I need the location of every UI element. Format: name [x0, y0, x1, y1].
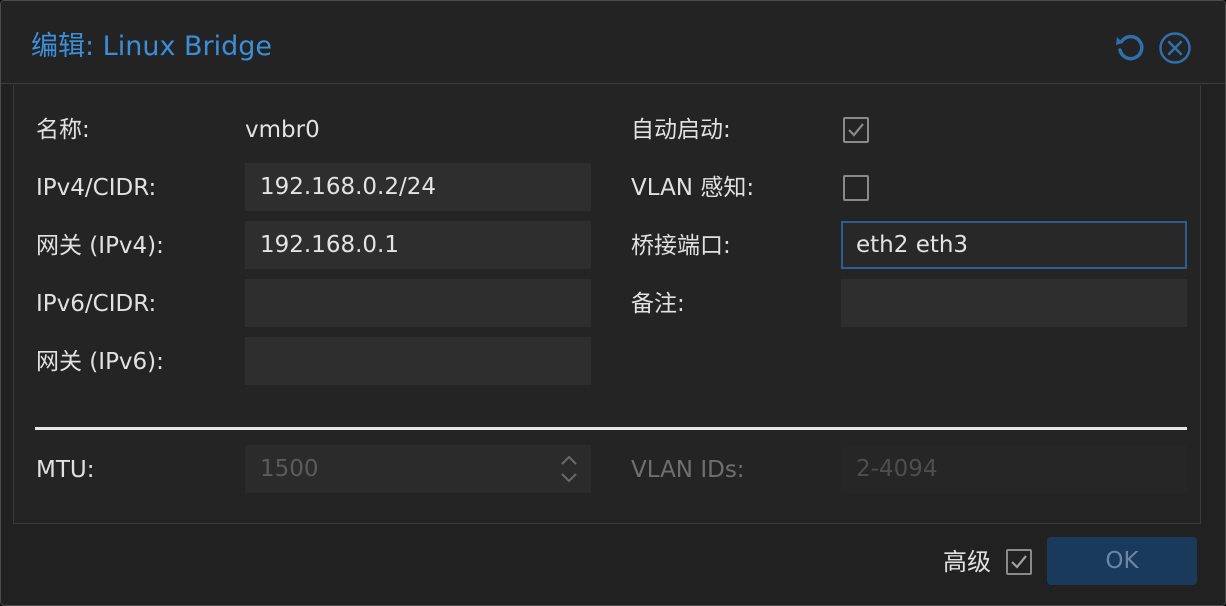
ipv4-cidr-input[interactable]: 192.168.0.2/24: [245, 163, 591, 211]
spinner-arrows-icon[interactable]: [559, 453, 579, 485]
name-label: 名称:: [36, 117, 90, 143]
ok-button[interactable]: OK: [1047, 537, 1197, 585]
vlan-aware-label: VLAN 感知:: [631, 175, 755, 201]
mtu-label: MTU:: [36, 457, 95, 483]
comment-label: 备注:: [631, 291, 685, 317]
gateway-ipv4-label: 网关 (IPv4):: [36, 233, 164, 259]
gateway-ipv6-label: 网关 (IPv6):: [36, 349, 164, 375]
ipv6-cidr-input[interactable]: [245, 279, 591, 327]
close-circle-icon[interactable]: [1158, 31, 1192, 65]
dialog-header: 编辑: Linux Bridge: [1, 1, 1225, 84]
checkmark-icon: [1011, 555, 1027, 569]
advanced-checkbox[interactable]: [1006, 549, 1032, 575]
vlan-ids-label: VLAN IDs:: [631, 457, 745, 483]
ipv6-cidr-label: IPv6/CIDR:: [36, 291, 157, 317]
bridge-ports-input[interactable]: eth2 eth3: [841, 221, 1187, 269]
name-value: vmbr0: [245, 117, 320, 143]
autostart-checkbox[interactable]: [843, 117, 869, 143]
vlan-aware-checkbox[interactable]: [843, 175, 869, 201]
undo-icon[interactable]: [1113, 31, 1147, 65]
ipv4-cidr-label: IPv4/CIDR:: [36, 175, 157, 201]
gateway-ipv4-input[interactable]: 192.168.0.1: [245, 221, 591, 269]
advanced-divider: [35, 427, 1187, 430]
comment-input[interactable]: [841, 279, 1187, 327]
bridge-ports-label: 桥接端口:: [631, 233, 731, 259]
checkmark-icon: [848, 123, 864, 137]
dialog-title: 编辑: Linux Bridge: [31, 31, 273, 62]
gateway-ipv6-input[interactable]: [245, 337, 591, 385]
vlan-ids-input[interactable]: 2-4094: [841, 445, 1187, 493]
autostart-label: 自动启动:: [631, 117, 731, 143]
mtu-placeholder: 1500: [260, 456, 319, 482]
advanced-label: 高级: [943, 548, 991, 576]
mtu-input[interactable]: 1500: [245, 445, 591, 493]
edit-linux-bridge-dialog: 编辑: Linux Bridge 名称: vmbr0 IPv4/CIDR: 19…: [0, 0, 1226, 606]
